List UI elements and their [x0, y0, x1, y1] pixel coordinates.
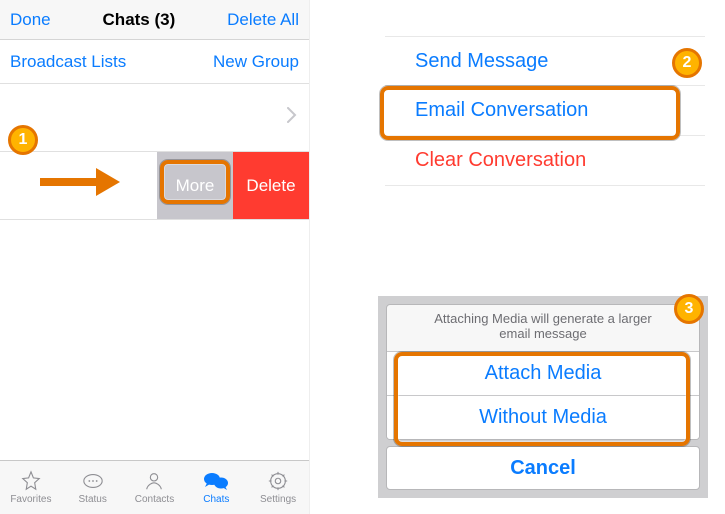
tab-chats[interactable]: Chats — [185, 461, 247, 514]
tab-contacts[interactable]: Contacts — [124, 461, 186, 514]
tab-label: Settings — [260, 494, 296, 505]
tab-favorites[interactable]: Favorites — [0, 461, 62, 514]
star-icon — [18, 470, 44, 492]
tab-label: Contacts — [135, 494, 174, 505]
attach-media-button[interactable]: Attach Media — [387, 351, 699, 395]
chat-row[interactable] — [0, 84, 309, 152]
delete-all-button[interactable]: Delete All — [227, 10, 299, 30]
chats-screen: Done Chats (3) Delete All Broadcast List… — [0, 0, 310, 514]
without-media-button[interactable]: Without Media — [387, 395, 699, 439]
nav-title: Chats (3) — [103, 10, 176, 30]
more-button[interactable]: More — [157, 152, 233, 219]
email-conversation-option[interactable]: Email Conversation — [385, 86, 705, 136]
gear-icon — [265, 470, 291, 492]
tab-label: Favorites — [10, 494, 51, 505]
send-message-option[interactable]: Send Message — [385, 36, 705, 86]
done-button[interactable]: Done — [10, 10, 51, 30]
tab-status[interactable]: Status — [62, 461, 124, 514]
sheet-message: Attaching Media will generate a larger e… — [387, 305, 699, 351]
chevron-right-icon — [287, 107, 297, 128]
sub-navbar: Broadcast Lists New Group — [0, 40, 309, 84]
tab-label: Status — [79, 494, 107, 505]
delete-button[interactable]: Delete — [233, 152, 309, 219]
cancel-button[interactable]: Cancel — [386, 446, 700, 490]
clear-conversation-option[interactable]: Clear Conversation — [385, 136, 705, 186]
conversation-options: Send Message Email Conversation Clear Co… — [385, 36, 705, 186]
step-badge-1: 1 — [8, 125, 38, 155]
navbar: Done Chats (3) Delete All — [0, 0, 309, 40]
tab-bar: Favorites Status Contacts Chats Settings — [0, 460, 309, 514]
chats-icon — [203, 470, 229, 492]
status-icon — [80, 470, 106, 492]
swipe-actions: More Delete — [157, 152, 309, 219]
broadcast-lists-link[interactable]: Broadcast Lists — [10, 52, 126, 72]
arrow-icon — [40, 168, 120, 196]
step-badge-2: 2 — [672, 48, 702, 78]
sheet-card: Attaching Media will generate a larger e… — [386, 304, 700, 440]
tab-settings[interactable]: Settings — [247, 461, 309, 514]
contact-icon — [141, 470, 167, 492]
new-group-link[interactable]: New Group — [213, 52, 299, 72]
attach-media-sheet: Attaching Media will generate a larger e… — [378, 296, 708, 498]
tab-label: Chats — [203, 494, 229, 505]
step-badge-3: 3 — [674, 294, 704, 324]
